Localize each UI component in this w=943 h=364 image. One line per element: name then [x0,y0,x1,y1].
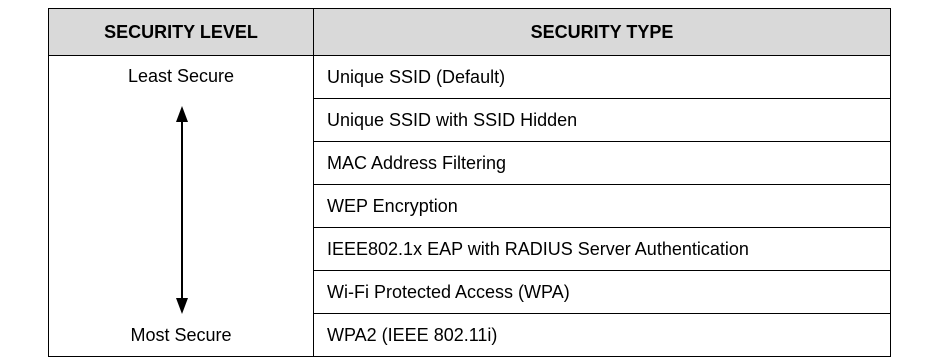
security-level-cell: Least Secure Most Secure [48,55,314,357]
security-type-cell: Wi-Fi Protected Access (WPA) [313,270,891,314]
least-secure-label: Least Secure [127,66,235,86]
security-type-cell: WEP Encryption [313,184,891,228]
security-levels-table: SECURITY LEVEL SECURITY TYPE Least Secur… [48,8,891,357]
header-security-type: SECURITY TYPE [313,8,891,56]
security-type-cell: MAC Address Filtering [313,141,891,185]
security-type-cell: Unique SSID with SSID Hidden [313,98,891,142]
header-row: SECURITY LEVEL SECURITY TYPE [48,8,891,56]
security-type-cell: WPA2 (IEEE 802.11i) [313,313,891,357]
security-type-cell: IEEE802.1x EAP with RADIUS Server Authen… [313,227,891,271]
header-security-level: SECURITY LEVEL [48,8,314,56]
table-row: Least Secure Most Secure Unique SSID (De… [48,55,891,357]
security-type-cell: Unique SSID (Default) [313,55,891,99]
most-secure-label: Most Secure [130,325,232,345]
double-headed-vertical-arrow-icon [176,106,188,314]
